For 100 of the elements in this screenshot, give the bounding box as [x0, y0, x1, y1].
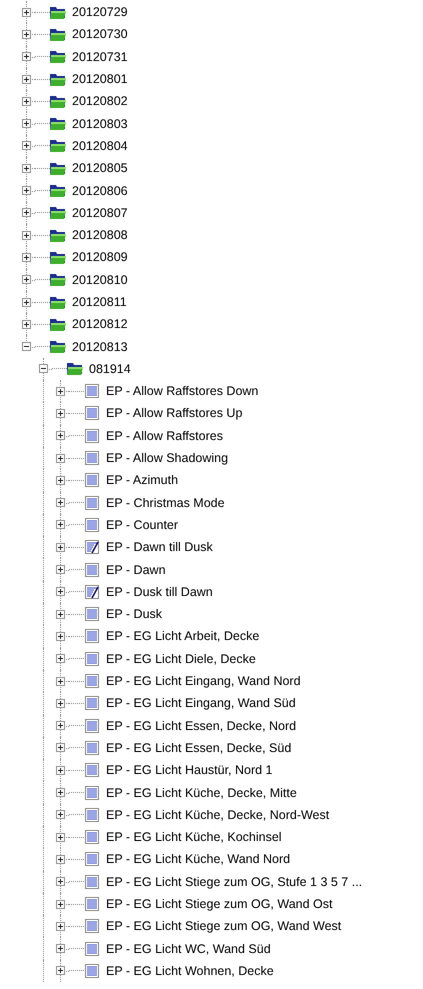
folder-icon — [50, 273, 66, 286]
item-label[interactable]: EP - EG Licht Essen, Decke, Nord — [106, 718, 296, 733]
collapse-toggle[interactable] — [39, 364, 48, 374]
folder-label[interactable]: 20120807 — [72, 206, 128, 220]
item-label[interactable]: EP - Dusk till Dawn — [106, 584, 213, 599]
expand-toggle[interactable] — [56, 854, 65, 864]
expand-toggle[interactable] — [56, 520, 65, 530]
item-label[interactable]: EP - EG Licht Stiege zum OG, Wand West — [106, 919, 342, 934]
folder-icon — [50, 28, 66, 41]
folder-icon — [50, 139, 66, 152]
expand-toggle[interactable] — [56, 810, 65, 820]
item-label[interactable]: EP - Dawn — [106, 562, 166, 577]
expand-toggle[interactable] — [22, 74, 31, 84]
folder-label[interactable]: 20120805 — [72, 161, 128, 176]
expand-toggle[interactable] — [22, 186, 31, 196]
expand-toggle[interactable] — [56, 587, 65, 596]
expand-toggle[interactable] — [56, 922, 65, 931]
folder-label[interactable]: 20120812 — [72, 317, 128, 332]
item-label[interactable]: EP - EG Licht Küche, Decke, Mitte — [106, 786, 297, 800]
item-label[interactable]: EP - EG Licht Küche, Kochinsel — [106, 830, 282, 844]
folder-label[interactable]: 20120802 — [72, 94, 128, 108]
folder-label[interactable]: 20120731 — [72, 50, 128, 64]
item-label[interactable]: EP - Dusk — [106, 607, 162, 622]
item-label[interactable]: EP - EG Licht Wohnen, Decke — [106, 964, 274, 978]
expand-toggle[interactable] — [56, 565, 65, 574]
folder-label[interactable]: 20120730 — [72, 27, 128, 42]
item-label[interactable]: EP - Counter — [106, 518, 178, 532]
expand-toggle[interactable] — [22, 8, 31, 17]
folder-label[interactable]: 20120729 — [72, 5, 128, 20]
folder-label[interactable]: 20120803 — [72, 116, 128, 131]
expand-toggle[interactable] — [22, 208, 31, 218]
item-label[interactable]: EP - Allow Shadowing — [106, 451, 228, 466]
item-label[interactable]: EP - Allow Raffstores Down — [106, 384, 258, 398]
folder-label[interactable]: 081914 — [89, 362, 131, 376]
expand-toggle[interactable] — [22, 119, 31, 128]
item-label[interactable]: EP - EG Licht Stiege zum OG, Wand Ost — [106, 897, 332, 912]
expand-toggle[interactable] — [56, 900, 65, 909]
folder-icon — [50, 117, 66, 130]
folder-icon — [50, 50, 66, 64]
folder-icon — [50, 206, 66, 220]
expand-toggle[interactable] — [56, 476, 65, 485]
expand-toggle[interactable] — [56, 944, 65, 954]
item-label[interactable]: EP - Allow Raffstores Up — [106, 406, 242, 420]
expand-toggle[interactable] — [56, 966, 65, 976]
expand-toggle[interactable] — [56, 610, 65, 619]
folder-label[interactable]: 20120808 — [72, 228, 128, 242]
item-label[interactable]: EP - Allow Raffstores — [106, 428, 223, 443]
item-label[interactable]: EP - EG Licht Küche, Wand Nord — [106, 852, 290, 866]
expand-toggle[interactable] — [56, 454, 65, 463]
expand-toggle[interactable] — [22, 298, 31, 306]
item-label[interactable]: EP - EG Licht Diele, Decke — [106, 652, 256, 666]
item-label[interactable]: EP - EG Licht WC, Wand Süd — [106, 942, 271, 956]
expand-toggle[interactable] — [56, 698, 65, 708]
expand-toggle[interactable] — [56, 498, 65, 508]
expand-toggle[interactable] — [56, 386, 65, 396]
item-label[interactable]: EP - EG Licht Stiege zum OG, Stufe 1 3 5 7 ... — [106, 874, 362, 889]
expand-toggle[interactable] — [22, 52, 31, 62]
folder-icon — [50, 340, 66, 354]
folder-icon — [50, 250, 66, 264]
expand-toggle[interactable] — [56, 542, 65, 552]
expand-toggle[interactable] — [22, 252, 31, 262]
expand-toggle[interactable] — [22, 96, 31, 106]
folder-label[interactable]: 20120806 — [72, 184, 128, 198]
expand-toggle[interactable] — [22, 230, 31, 240]
expand-toggle[interactable] — [56, 676, 65, 686]
expand-toggle[interactable] — [56, 654, 65, 664]
item-label[interactable]: EP - EG Licht Essen, Decke, Süd — [106, 740, 292, 755]
folder-icon — [50, 296, 66, 308]
folder-label[interactable]: 20120801 — [72, 72, 128, 86]
item-label[interactable]: EP - EG Licht Haustür, Nord 1 — [106, 763, 273, 778]
folder-icon — [50, 162, 66, 175]
folder-label[interactable]: 20120804 — [72, 138, 128, 153]
expand-toggle[interactable] — [56, 766, 65, 775]
expand-toggle[interactable] — [22, 275, 31, 284]
expand-toggle[interactable] — [56, 431, 65, 440]
collapse-toggle[interactable] — [22, 342, 31, 352]
expand-toggle[interactable] — [56, 632, 65, 641]
folder-label[interactable]: 20120810 — [72, 272, 128, 287]
expand-toggle[interactable] — [56, 788, 65, 798]
folder-label[interactable]: 20120809 — [72, 250, 128, 264]
folder-label[interactable]: 20120813 — [72, 340, 128, 354]
item-label[interactable]: EP - EG Licht Eingang, Wand Süd — [106, 696, 296, 710]
expand-toggle[interactable] — [22, 30, 31, 39]
expand-toggle[interactable] — [56, 832, 65, 842]
item-label[interactable]: EP - Azimuth — [106, 473, 178, 488]
expand-toggle[interactable] — [56, 743, 65, 752]
item-label[interactable]: EP - EG Licht Küche, Decke, Nord-West — [106, 808, 330, 822]
expand-toggle[interactable] — [56, 408, 65, 418]
item-label[interactable]: EP - Christmas Mode — [106, 496, 225, 510]
expand-toggle[interactable] — [56, 877, 65, 886]
item-label[interactable]: EP - Dawn till Dusk — [106, 540, 213, 554]
item-label[interactable]: EP - EG Licht Arbeit, Decke — [106, 629, 260, 644]
expand-toggle[interactable] — [56, 721, 65, 730]
item-label[interactable]: EP - EG Licht Eingang, Wand Nord — [106, 674, 301, 688]
folder-icon — [67, 362, 83, 376]
expand-toggle[interactable] — [22, 320, 31, 329]
expand-toggle[interactable] — [22, 141, 31, 150]
folder-icon — [50, 72, 66, 86]
expand-toggle[interactable] — [22, 164, 31, 173]
folder-label[interactable]: 20120811 — [72, 295, 127, 309]
